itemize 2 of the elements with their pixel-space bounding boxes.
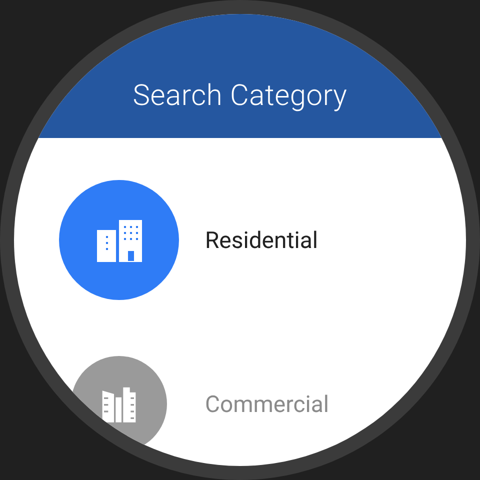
category-label[interactable]: Residential: [205, 226, 318, 254]
screen-title: Search Category: [132, 79, 348, 113]
